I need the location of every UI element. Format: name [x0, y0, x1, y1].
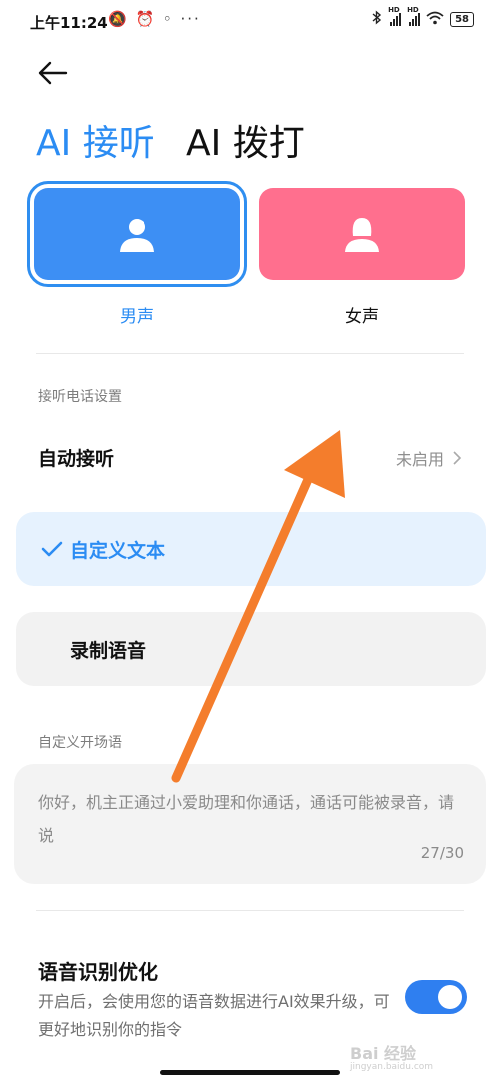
- greeting-section-title: 自定义开场语: [38, 735, 122, 751]
- voice-recognition-optimization-title: 语音识别优化: [38, 960, 158, 984]
- divider: [36, 353, 464, 354]
- divider: [36, 910, 464, 911]
- toggle-knob: [438, 985, 462, 1009]
- status-time: 上午11:24: [30, 14, 108, 32]
- status-notification-icons: 🔕 ⏰ ◦ ···: [108, 10, 201, 28]
- battery-icon: 58: [450, 11, 474, 27]
- bluetooth-icon: [372, 10, 382, 28]
- check-icon: [41, 541, 63, 557]
- watermark-main: Bai 经验: [350, 1044, 417, 1063]
- male-voice-label: 男声: [120, 307, 154, 327]
- watermark: Bai 经验 jingyan.baidu.com: [350, 1040, 433, 1072]
- option-record-voice[interactable]: 录制语音: [16, 612, 486, 686]
- character-count: 27/30: [420, 844, 464, 862]
- back-button[interactable]: [36, 58, 70, 88]
- tab-ai-answer[interactable]: AI 接听: [36, 114, 155, 166]
- female-voice-label: 女声: [345, 307, 379, 327]
- tab-ai-dial[interactable]: AI 拨打: [186, 114, 305, 166]
- auto-answer-label[interactable]: 自动接听: [38, 444, 114, 471]
- option-custom-text[interactable]: 自定义文本: [16, 512, 486, 586]
- auto-answer-value: 未启用: [395, 450, 444, 469]
- voice-recognition-optimization-description: 开启后，会使用您的语音数据进行AI效果升级，可更好地识别你的指令: [38, 992, 390, 1039]
- back-arrow-icon: [38, 61, 68, 85]
- signal-icon: HD: [388, 6, 402, 26]
- home-indicator[interactable]: [160, 1070, 340, 1075]
- option-record-voice-label: 录制语音: [70, 639, 147, 662]
- greeting-text: 你好，机主正通过小爱助理和你通话，通话可能被录音，请说: [38, 793, 455, 845]
- watermark-sub: jingyan.baidu.com: [350, 1062, 434, 1072]
- option-custom-text-label: 自定义文本: [70, 539, 166, 562]
- chevron-right-icon: [453, 451, 462, 465]
- signal-icon: HD: [407, 6, 421, 26]
- female-voice-card[interactable]: [259, 188, 465, 280]
- wifi-icon: [426, 11, 444, 28]
- male-voice-card[interactable]: [27, 181, 247, 287]
- voice-recognition-toggle[interactable]: [405, 980, 467, 1014]
- status-right-icons: HD HD 58: [372, 6, 474, 28]
- female-user-icon: [345, 218, 379, 252]
- answer-settings-section-title: 接听电话设置: [38, 389, 122, 405]
- male-user-icon: [120, 219, 154, 252]
- greeting-text-input[interactable]: 你好，机主正通过小爱助理和你通话，通话可能被录音，请说 27/30: [14, 764, 486, 884]
- auto-answer-setting[interactable]: 未启用: [396, 446, 462, 470]
